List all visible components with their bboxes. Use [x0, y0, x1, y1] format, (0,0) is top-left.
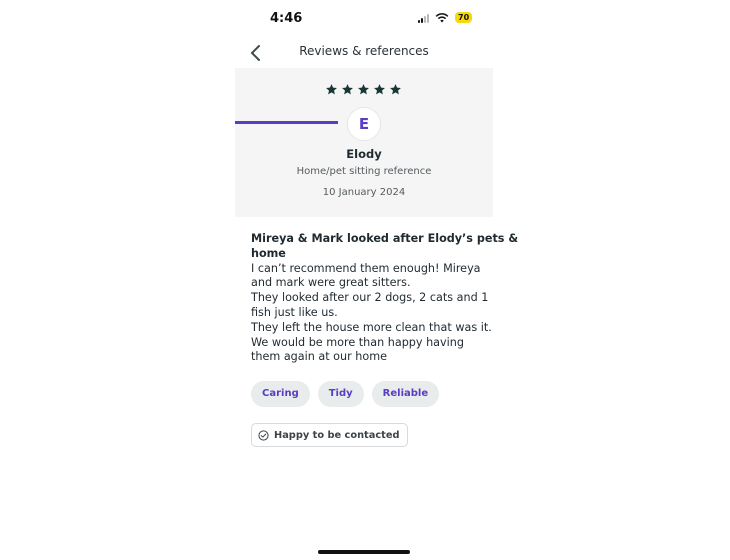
page-title: Reviews & references [299, 44, 429, 58]
reviewer-name: Elody [346, 147, 382, 161]
reference-date: 10 January 2024 [322, 187, 406, 198]
review-heading: Mireya & Mark looked after Elody’s pets … [251, 232, 519, 260]
star-icon [342, 84, 353, 95]
check-circle-icon [258, 429, 269, 441]
home-indicator[interactable] [318, 550, 410, 554]
review-body: I can’t recommend them enough! Mireya an… [251, 261, 492, 364]
wifi-icon [435, 12, 449, 22]
chevron-left-icon[interactable] [247, 44, 265, 62]
rating-stars [325, 83, 402, 96]
star-icon [390, 84, 401, 95]
progress-line [235, 121, 338, 124]
review-text: Mireya & Mark looked after Elody’s pets … [251, 232, 519, 365]
tag-list: Caring Tidy Reliable [251, 381, 440, 407]
star-icon [374, 84, 385, 95]
star-icon [326, 84, 337, 95]
signal-icon [418, 13, 429, 23]
status-icons: 70 [418, 12, 473, 23]
tag-caring: Caring [251, 381, 310, 407]
star-icon [358, 84, 369, 95]
contact-badge: Happy to be contacted [251, 423, 409, 447]
reference-type: Home/pet sitting reference [296, 166, 432, 177]
battery-icon: 70 [455, 12, 473, 23]
tag-tidy: Tidy [317, 381, 364, 407]
contact-label: Happy to be contacted [274, 429, 400, 441]
avatar: E [347, 107, 381, 141]
tag-reliable: Reliable [371, 381, 440, 407]
status-time: 4:46 [270, 11, 303, 26]
